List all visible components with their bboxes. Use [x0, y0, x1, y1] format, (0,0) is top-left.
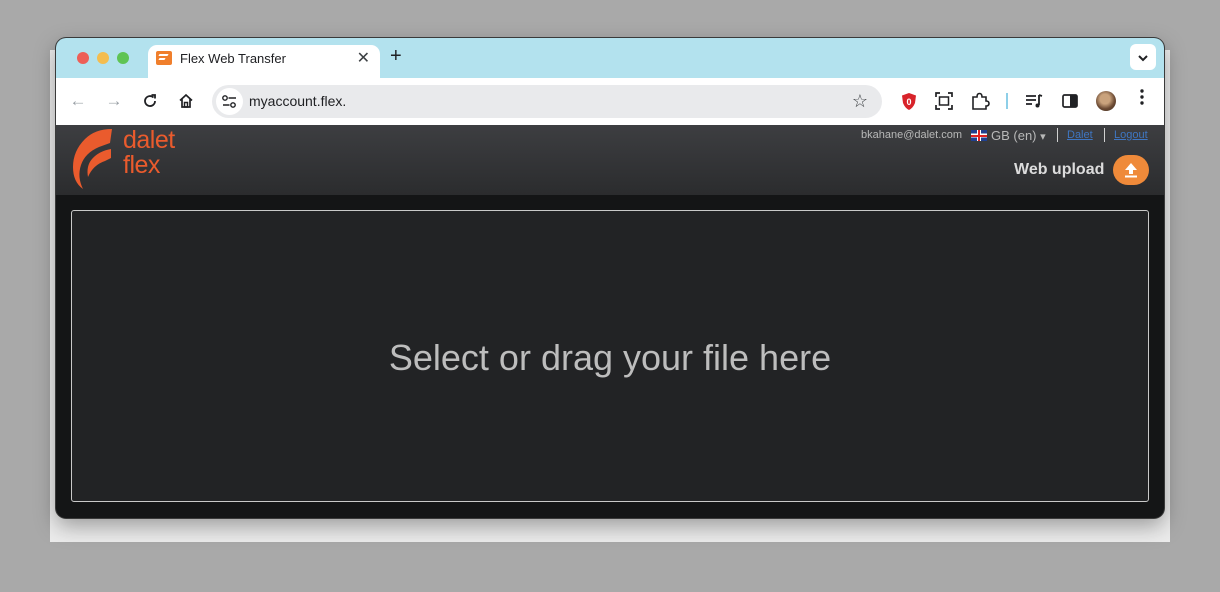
reload-button[interactable]: [138, 89, 162, 113]
flex-favicon-icon: [156, 51, 172, 65]
url-text: myaccount.flex.: [249, 93, 347, 109]
file-drop-zone[interactable]: Select or drag your file here: [71, 210, 1149, 502]
upload-arrow-icon: [1125, 163, 1137, 178]
shield-icon: 0: [902, 93, 916, 110]
dalet-flex-logo-icon[interactable]: [71, 127, 119, 191]
browser-menu-button[interactable]: [1136, 88, 1148, 106]
side-panel-icon: [1062, 94, 1078, 108]
minimize-window-button[interactable]: [97, 52, 109, 64]
side-panel-button[interactable]: [1059, 90, 1081, 112]
brand-wordmark: dalet flex: [123, 128, 175, 178]
puzzle-icon: [972, 92, 990, 110]
close-window-button[interactable]: [77, 52, 89, 64]
media-controls-button[interactable]: [1023, 90, 1045, 112]
forward-button[interactable]: →: [102, 89, 126, 113]
tab-title: Flex Web Transfer: [180, 51, 286, 66]
maximize-window-button[interactable]: [117, 52, 129, 64]
web-upload-button[interactable]: [1113, 155, 1149, 185]
new-tab-button[interactable]: +: [390, 45, 402, 68]
brand-wordmark-line2: flex: [123, 151, 160, 179]
web-upload-label: Web upload: [1014, 161, 1105, 178]
home-icon: [179, 93, 193, 108]
reload-icon: [144, 94, 156, 107]
extensions-button[interactable]: [969, 90, 991, 112]
queue-music-icon: [1026, 94, 1043, 108]
tab-flex-web-transfer[interactable]: Flex Web Transfer ✕: [148, 45, 380, 78]
toolbar-divider: [1006, 93, 1008, 109]
header-separator: [1057, 128, 1058, 142]
svg-text:0: 0: [906, 97, 911, 107]
bookmark-star-icon[interactable]: ☆: [852, 91, 868, 112]
chevron-down-icon: [1138, 55, 1148, 62]
browser-window: Flex Web Transfer ✕ + ← → myaccount.flex…: [56, 38, 1164, 518]
header-separator: [1104, 128, 1105, 142]
app-header: dalet flex bkahane@dalet.com GB (en) ▾ D…: [56, 125, 1164, 195]
uk-flag-icon: [971, 130, 987, 141]
back-button[interactable]: ←: [66, 89, 90, 113]
logout-link[interactable]: Logout: [1114, 129, 1148, 141]
ublock-extension-icon[interactable]: 0: [898, 90, 920, 112]
tab-close-icon[interactable]: ✕: [357, 48, 370, 68]
profile-avatar[interactable]: [1096, 91, 1116, 111]
home-button[interactable]: [174, 89, 198, 113]
tab-search-button[interactable]: [1130, 44, 1156, 70]
language-selector[interactable]: GB (en) ▾: [971, 128, 1046, 143]
tab-strip: Flex Web Transfer ✕ +: [56, 38, 1164, 78]
browser-toolbar: ← → myaccount.flex. ☆ 0: [56, 78, 1164, 125]
address-bar[interactable]: myaccount.flex. ☆: [212, 85, 882, 118]
caret-down-icon: ▾: [1040, 131, 1046, 143]
drop-zone-text: Select or drag your file here: [388, 337, 832, 378]
tune-icon: [222, 95, 236, 108]
capture-frame-icon: [935, 92, 953, 110]
language-label: GB (en): [991, 128, 1037, 143]
user-email: bkahane@dalet.com: [861, 129, 963, 141]
site-info-button[interactable]: [216, 88, 243, 115]
screen-capture-extension-icon[interactable]: [933, 90, 955, 112]
brand-wordmark-line1: dalet: [123, 126, 175, 154]
dalet-link[interactable]: Dalet: [1067, 129, 1093, 141]
more-vert-icon: [1140, 89, 1144, 105]
